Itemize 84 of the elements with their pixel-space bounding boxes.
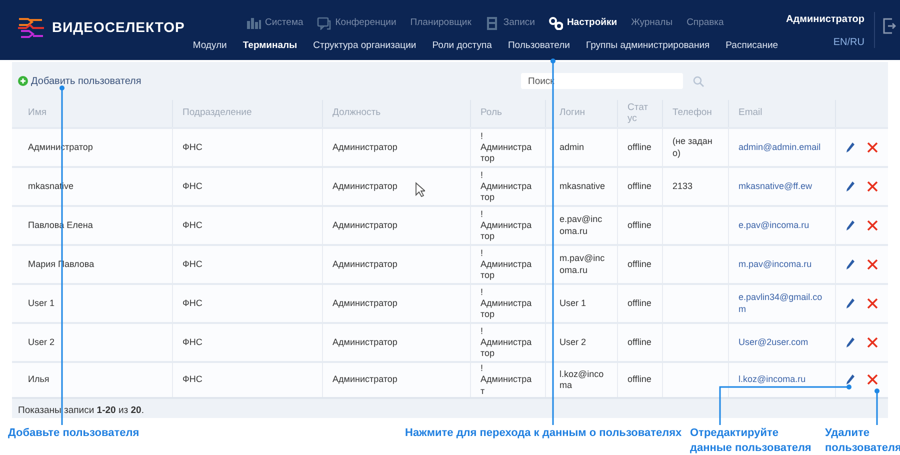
- table-cell: offline: [628, 374, 652, 384]
- menu-item[interactable]: Настройки: [542, 16, 624, 30]
- add-user-link[interactable]: Добавить пользователя: [18, 74, 142, 88]
- table-cell: offline: [628, 180, 652, 191]
- submenu-item[interactable]: Терминалы: [234, 39, 306, 52]
- leader-line: [874, 388, 880, 425]
- table-cell: e.pav@incoma.ru: [560, 214, 602, 236]
- table-cell: ! Администратор: [480, 208, 532, 242]
- table-cell: User 2: [28, 336, 55, 347]
- table-cell: Администратор: [332, 142, 398, 152]
- delete-x-icon[interactable]: [866, 374, 878, 386]
- table-cell: ФНС: [182, 336, 202, 347]
- callout-label: Добавьте пользователя: [8, 426, 140, 441]
- submenu-item[interactable]: Группы администрирования: [578, 39, 718, 52]
- delete-x-icon[interactable]: [866, 337, 878, 348]
- film-icon: [485, 16, 500, 30]
- table-cell: ! Администратор: [480, 170, 532, 202]
- delete-x-icon[interactable]: [866, 298, 878, 309]
- menu-item[interactable]: Справка: [680, 16, 731, 30]
- submenu-item[interactable]: Пользователи: [500, 39, 578, 52]
- table-cell: offline: [628, 298, 652, 308]
- submenu-item[interactable]: Модули: [184, 39, 235, 52]
- column-header: Имя: [12, 100, 172, 128]
- gears-icon: [548, 16, 563, 30]
- edit-pencil-icon[interactable]: [846, 181, 855, 192]
- edit-pencil-icon[interactable]: [846, 142, 855, 153]
- table-cell: Администратор: [332, 258, 398, 269]
- table-cell: Администратор: [332, 298, 398, 308]
- table-cell: admin: [560, 142, 584, 152]
- records-summary: Показаны записи 1-20 из 20.: [18, 404, 144, 418]
- edit-pencil-icon[interactable]: [846, 298, 855, 309]
- delete-x-icon[interactable]: [866, 220, 878, 231]
- table-cell: 2133: [672, 180, 693, 191]
- plus-circle-icon: [18, 76, 28, 86]
- table-cell: ! Администратор: [480, 326, 532, 358]
- table-cell: ! Администратор: [480, 286, 532, 320]
- table-cell: (не задано): [672, 136, 712, 158]
- table-cell: l.koz@incoma: [560, 368, 604, 390]
- table-cell: Илья: [28, 374, 50, 384]
- edit-pencil-icon[interactable]: [846, 259, 855, 270]
- menu-item[interactable]: Планировщик: [403, 16, 478, 30]
- table-cell: ФНС: [182, 258, 202, 269]
- table-cell: ! Администратор: [480, 130, 532, 164]
- table-cell: ! Администрат: [480, 363, 532, 396]
- table-cell: User 2: [560, 336, 586, 347]
- menu-item[interactable]: Записи: [478, 16, 542, 30]
- callout-label: Отредактируйте данные пользователя: [690, 426, 812, 455]
- submenu-item[interactable]: Роли доступа: [424, 39, 500, 52]
- table-cell: offline: [628, 336, 652, 347]
- table-cell: Администратор: [332, 336, 398, 347]
- table-cell: Администратор: [332, 180, 398, 191]
- edit-pencil-icon[interactable]: [846, 337, 855, 348]
- user-name[interactable]: Администратор: [786, 12, 864, 27]
- table-cell: ФНС: [182, 142, 202, 152]
- table-cell: Администратор: [332, 374, 398, 384]
- table-cell: ФНС: [182, 220, 202, 230]
- edit-pencil-icon[interactable]: [846, 220, 855, 231]
- table-cell: ФНС: [182, 298, 202, 308]
- table-cell: ФНС: [182, 374, 202, 384]
- table-cell: offline: [628, 258, 652, 269]
- menu-item[interactable]: Журналы: [624, 16, 680, 30]
- delete-x-icon[interactable]: [866, 181, 878, 192]
- logout-icon[interactable]: [883, 18, 896, 34]
- logo-text: ВИДЕОСЕЛЕКТОР: [52, 18, 185, 37]
- table-cell: ФНС: [182, 180, 202, 191]
- delete-x-icon[interactable]: [866, 259, 878, 270]
- edit-pencil-icon[interactable]: [846, 374, 855, 386]
- table-cell: offline: [628, 220, 652, 230]
- bar-chart-icon: [247, 16, 261, 30]
- table-cell: User 1: [28, 298, 55, 308]
- menu-item[interactable]: Система: [240, 16, 310, 30]
- table-cell: User 1: [560, 298, 586, 308]
- submenu-item[interactable]: Структура организации: [305, 39, 424, 52]
- table-cell: m.pav@incoma.ru: [560, 253, 605, 274]
- delete-x-icon[interactable]: [866, 142, 878, 153]
- table-cell: ! Администратор: [480, 248, 532, 280]
- table-cell: offline: [628, 142, 652, 152]
- mouse-cursor-icon: [415, 182, 425, 197]
- table-cell: Администратор: [332, 220, 398, 230]
- table-cell: mkasnative: [560, 180, 606, 191]
- language-link[interactable]: EN/RU: [786, 35, 864, 50]
- chat-bubbles-icon: [317, 16, 332, 30]
- menu-item[interactable]: Конференции: [310, 16, 404, 30]
- submenu-item[interactable]: Расписание: [718, 39, 786, 52]
